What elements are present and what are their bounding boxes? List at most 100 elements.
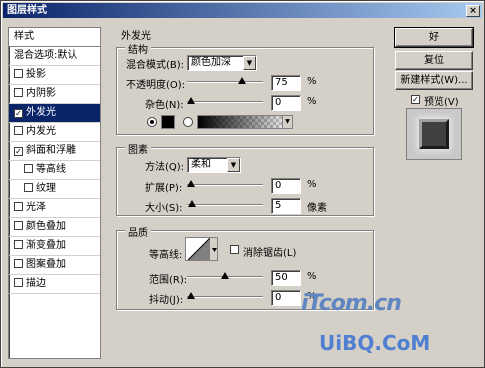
noise-slider-thumb[interactable] — [187, 97, 195, 104]
style-item[interactable]: 混合选项:默认 — [9, 47, 100, 66]
style-item-checkbox[interactable]: ✓ — [14, 147, 23, 156]
blend-mode-value: 颜色加深 — [191, 57, 231, 68]
spread-slider-thumb[interactable] — [187, 180, 195, 187]
style-item[interactable]: 图案叠加 — [9, 256, 100, 275]
close-button[interactable]: × — [466, 5, 480, 17]
layer-style-dialog: 图层样式 × 样式 混合选项:默认 投影 内阴影 ✓ 外发光 内发光 ✓ 斜面和浮雕 等高线 纹理… — [0, 0, 485, 368]
style-item-label: 外发光 — [26, 107, 56, 118]
style-item-checkbox[interactable] — [14, 240, 23, 249]
contour-label: 等高线: — [149, 250, 183, 261]
noise-slider[interactable] — [187, 97, 263, 104]
reset-button[interactable]: 复位 — [395, 51, 473, 70]
spread-field[interactable]: 0 — [271, 178, 301, 194]
style-item[interactable]: 投影 — [9, 66, 100, 85]
range-field[interactable]: 50 — [271, 270, 301, 286]
style-item[interactable]: 内发光 — [9, 123, 100, 142]
style-item[interactable]: 内阴影 — [9, 85, 100, 104]
technique-value: 柔和 — [191, 159, 211, 170]
opacity-field[interactable]: 75 — [271, 75, 301, 91]
style-item-label: 描边 — [26, 278, 46, 289]
structure-title: 结构 — [125, 41, 151, 56]
style-item-label: 颜色叠加 — [26, 221, 66, 232]
range-unit: % — [307, 271, 317, 282]
chevron-down-icon: ▼ — [282, 116, 292, 128]
new-style-button[interactable]: 新建样式(W)... — [395, 71, 473, 90]
jitter-field[interactable]: 0 — [271, 290, 301, 306]
blend-mode-select[interactable]: 颜色加深 ▼ — [187, 55, 257, 71]
size-field[interactable]: 5 — [271, 198, 301, 214]
opacity-unit: % — [307, 76, 317, 87]
style-item[interactable]: 描边 — [9, 275, 100, 294]
style-item-checkbox[interactable] — [14, 278, 23, 287]
jitter-label: 抖动(J): — [149, 295, 184, 306]
range-slider[interactable] — [187, 272, 263, 279]
style-item[interactable]: 渐变叠加 — [9, 237, 100, 256]
contour-curve-icon — [187, 238, 217, 260]
style-item[interactable]: 颜色叠加 — [9, 218, 100, 237]
style-item[interactable]: 光泽 — [9, 199, 100, 218]
gradient-radio[interactable] — [183, 117, 193, 127]
style-item[interactable]: ✓ 外发光 — [9, 104, 100, 123]
style-item-checkbox[interactable] — [24, 183, 33, 192]
style-item-checkbox[interactable]: ✓ — [14, 109, 23, 118]
style-item-label: 图案叠加 — [26, 259, 66, 270]
style-item-checkbox[interactable] — [14, 126, 23, 135]
opacity-slider[interactable] — [187, 77, 263, 84]
technique-select[interactable]: 柔和 ▼ — [187, 157, 241, 173]
blend-mode-label: 混合模式(B): — [126, 60, 185, 71]
chevron-down-icon: ▼ — [227, 158, 240, 172]
solid-color-radio[interactable] — [147, 117, 157, 127]
spread-unit: % — [307, 179, 317, 190]
title-bar: 图层样式 × — [3, 3, 482, 18]
technique-label: 方法(Q): — [145, 162, 185, 173]
size-unit: 像素 — [307, 203, 327, 214]
style-item[interactable]: ✓ 斜面和浮雕 — [9, 142, 100, 161]
style-item-checkbox[interactable] — [24, 164, 33, 173]
style-item-checkbox[interactable] — [14, 259, 23, 268]
style-item-label: 渐变叠加 — [26, 240, 66, 251]
style-item[interactable]: 等高线 — [9, 161, 100, 180]
jitter-slider-thumb[interactable] — [187, 292, 195, 299]
noise-label: 杂色(N): — [145, 100, 184, 111]
style-item-label: 内发光 — [26, 126, 56, 137]
quality-title: 品质 — [125, 224, 151, 239]
spread-slider[interactable] — [187, 180, 263, 187]
style-item-checkbox[interactable] — [14, 88, 23, 97]
antialias-label: 消除锯齿(L) — [243, 248, 297, 259]
style-item-checkbox[interactable] — [14, 221, 23, 230]
opacity-slider-thumb[interactable] — [238, 77, 246, 84]
range-slider-thumb[interactable] — [221, 272, 229, 279]
noise-unit: % — [307, 96, 317, 107]
watermark-logo-bottom: UiBQ.CoM — [319, 331, 431, 355]
ok-button[interactable]: 好 — [394, 27, 474, 48]
glow-color-swatch[interactable] — [161, 115, 175, 129]
outer-glow-title: 外发光 — [118, 27, 154, 42]
style-item[interactable]: 纹理 — [9, 180, 100, 199]
glow-gradient-picker[interactable]: ▼ — [197, 115, 293, 129]
style-preview-thumbnail — [406, 108, 462, 160]
style-item-label: 光泽 — [26, 202, 46, 213]
style-item-checkbox[interactable] — [14, 202, 23, 211]
opacity-label: 不透明度(O): — [126, 80, 186, 91]
size-slider-thumb[interactable] — [188, 200, 197, 207]
contour-picker[interactable] — [185, 237, 218, 261]
style-item-checkbox[interactable] — [14, 69, 23, 78]
preview-checkbox[interactable]: ✓ — [411, 95, 420, 104]
style-item-label: 等高线 — [36, 164, 66, 175]
noise-field[interactable]: 0 — [271, 95, 301, 111]
styles-list-header[interactable]: 样式 — [9, 28, 100, 47]
style-item-label: 纹理 — [36, 183, 56, 194]
antialias-checkbox[interactable] — [230, 245, 239, 254]
size-slider[interactable] — [187, 200, 263, 207]
dialog-title: 图层样式 — [7, 5, 47, 16]
preview-label: 预览(V) — [424, 97, 459, 108]
elements-group: 图素 方法(Q): 柔和 ▼ 扩展(P): 0 % 大小(S): 5 像素 — [116, 141, 374, 216]
spread-label: 扩展(P): — [145, 183, 183, 194]
jitter-slider[interactable] — [187, 292, 263, 299]
preview-swatch — [419, 119, 449, 149]
style-item-label: 混合选项:默认 — [14, 50, 78, 61]
styles-list: 样式 混合选项:默认 投影 内阴影 ✓ 外发光 内发光 ✓ 斜面和浮雕 等高线 纹理 光泽 颜色叠加渐… — [8, 27, 101, 359]
style-item-label: 内阴影 — [26, 88, 56, 99]
structure-group: 结构 混合模式(B): 颜色加深 ▼ 不透明度(O): 75 % 杂色(N): … — [116, 41, 374, 135]
elements-title: 图素 — [125, 141, 151, 156]
